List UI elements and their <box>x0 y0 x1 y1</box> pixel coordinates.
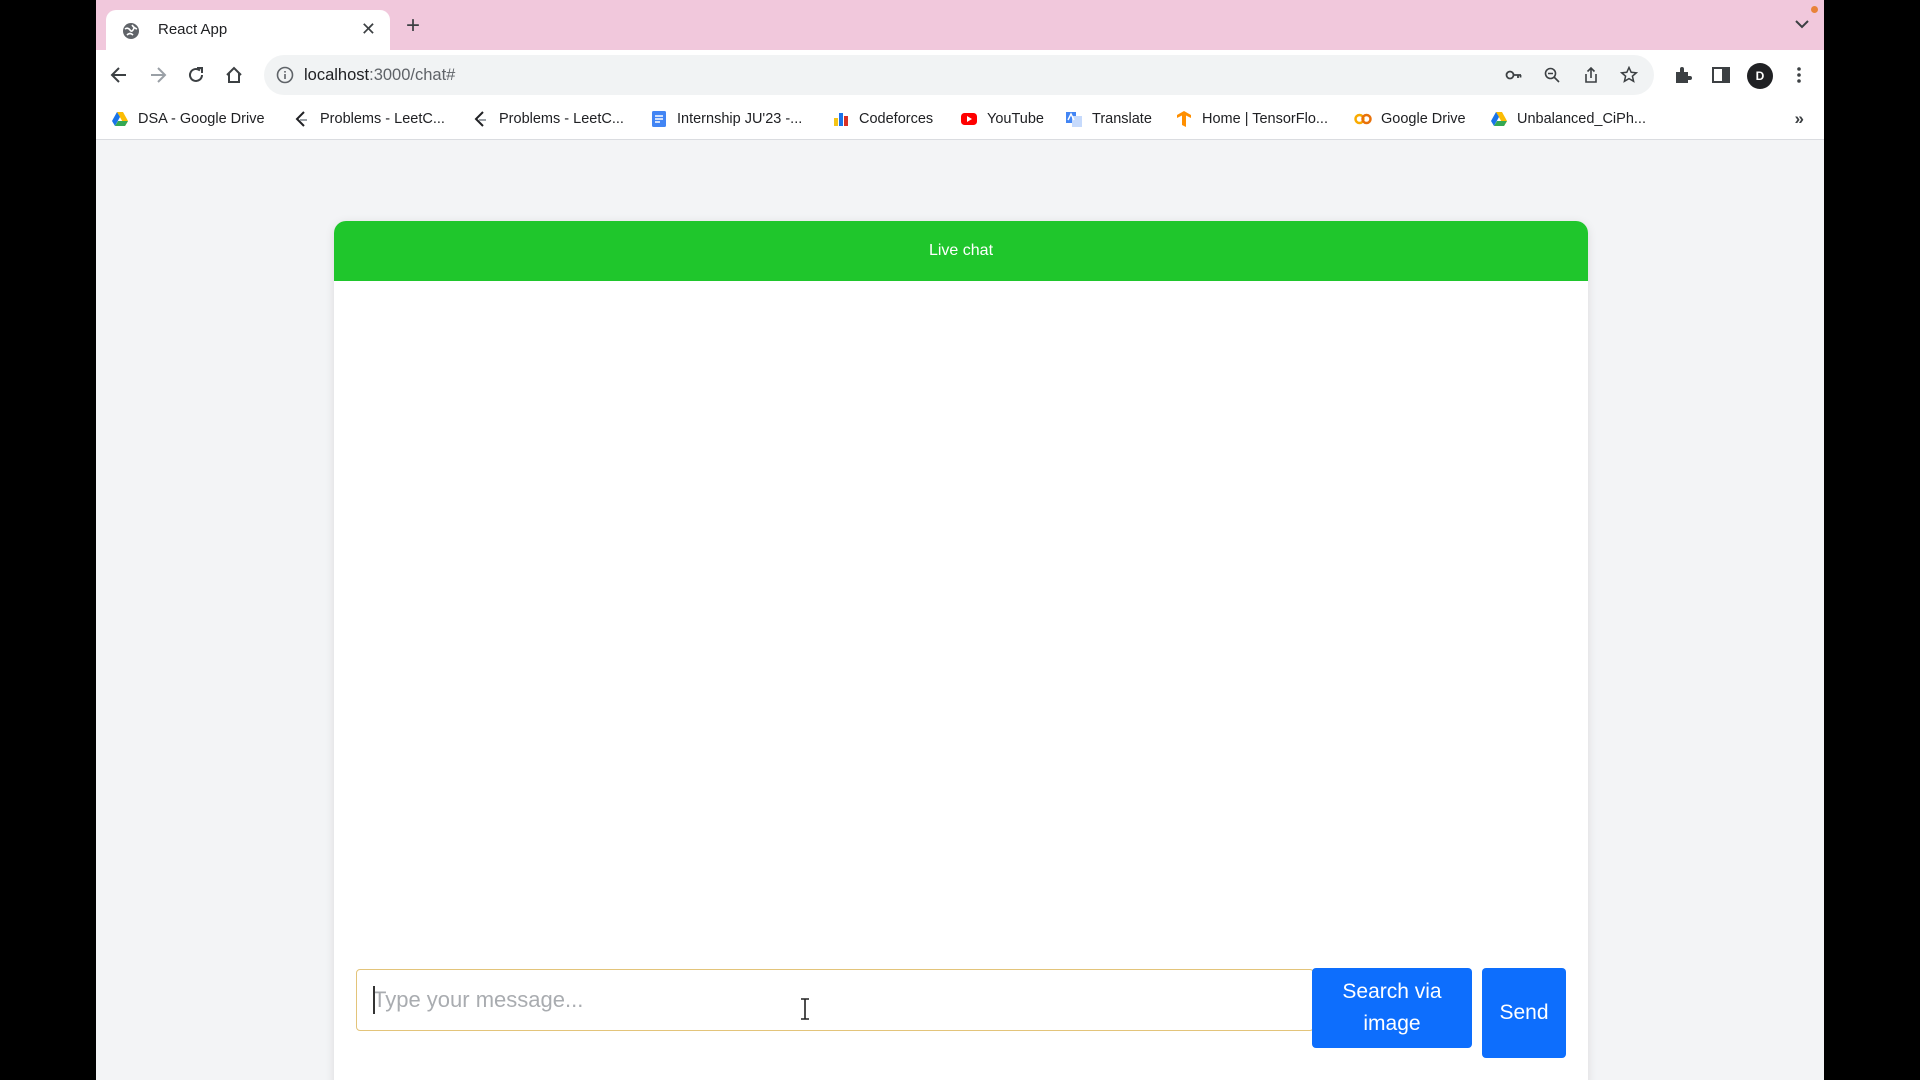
bookmarks-overflow-icon[interactable]: » <box>1795 109 1804 129</box>
colab-icon <box>1354 113 1372 125</box>
tab-react-app[interactable]: React App ✕ <box>106 10 390 50</box>
bookmark-unbalanced-drive[interactable]: Unbalanced_CiPh... <box>1490 110 1646 130</box>
google-drive-icon <box>1491 112 1507 126</box>
message-input[interactable] <box>356 969 1314 1031</box>
bookmark-dsa-drive[interactable]: DSA - Google Drive <box>111 110 265 130</box>
browser-window: React App ✕ + localhost:3000/chat# D DSA… <box>96 0 1824 1080</box>
codeforces-icon <box>834 113 848 126</box>
chat-header: Live chat <box>334 221 1588 281</box>
google-docs-icon <box>652 111 666 127</box>
bookmark-leetcode-1[interactable]: Problems - LeetC... <box>293 110 445 130</box>
forward-arrow-icon[interactable] <box>147 64 169 86</box>
chevron-down-icon[interactable] <box>1794 18 1810 30</box>
google-drive-icon <box>112 112 128 126</box>
search-via-image-button[interactable]: Search via image <box>1312 968 1472 1048</box>
bookmark-translate[interactable]: Translate <box>1065 110 1152 130</box>
bookmark-tensorflow[interactable]: Home | TensorFlo... <box>1175 110 1328 130</box>
bookmark-internship-doc[interactable]: Internship JU'23 -... <box>650 110 802 130</box>
new-tab-icon[interactable]: + <box>406 14 420 38</box>
url-host: localhost <box>304 66 370 84</box>
bookmark-leetcode-2[interactable]: Problems - LeetC... <box>472 110 624 130</box>
extensions-icon[interactable] <box>1672 64 1694 86</box>
url-path: :3000/chat# <box>369 66 456 84</box>
tab-title: React App <box>158 21 228 38</box>
share-icon[interactable] <box>1582 66 1600 84</box>
bookmark-youtube[interactable]: YouTube <box>960 110 1044 130</box>
bookmark-google-drive-colab[interactable]: Google Drive <box>1354 110 1466 130</box>
leetcode-icon <box>474 111 486 127</box>
more-vert-icon[interactable] <box>1788 64 1810 86</box>
tensorflow-icon <box>1177 111 1191 127</box>
recording-dot <box>1811 6 1818 13</box>
send-button[interactable]: Send <box>1482 968 1566 1058</box>
youtube-icon <box>961 113 977 125</box>
back-arrow-icon[interactable] <box>108 64 130 86</box>
text-caret <box>373 986 375 1014</box>
bookmark-codeforces[interactable]: Codeforces <box>832 110 933 130</box>
translate-icon <box>1066 112 1082 127</box>
address-bar[interactable]: localhost:3000/chat# <box>264 55 1654 95</box>
url-text[interactable]: localhost:3000/chat# <box>304 66 455 85</box>
side-panel-icon[interactable] <box>1710 64 1732 86</box>
tab-strip: React App ✕ + <box>96 0 1824 50</box>
star-icon[interactable] <box>1620 66 1638 84</box>
chat-container: Live chat Search via image Send <box>334 221 1588 1080</box>
zoom-icon[interactable] <box>1543 66 1561 84</box>
text-cursor-icon <box>801 998 809 1020</box>
globe-icon <box>123 23 139 39</box>
browser-toolbar: localhost:3000/chat# D <box>96 50 1824 100</box>
tab-close-icon[interactable]: ✕ <box>361 19 376 39</box>
bookmarks-bar: DSA - Google Drive Problems - LeetC... P… <box>96 100 1824 140</box>
leetcode-icon <box>295 111 307 127</box>
home-icon[interactable] <box>223 64 245 86</box>
profile-avatar[interactable]: D <box>1747 63 1773 89</box>
chat-messages-area <box>334 281 1588 961</box>
key-icon[interactable] <box>1505 66 1523 84</box>
info-icon[interactable] <box>276 66 294 84</box>
reload-icon[interactable] <box>185 64 207 86</box>
